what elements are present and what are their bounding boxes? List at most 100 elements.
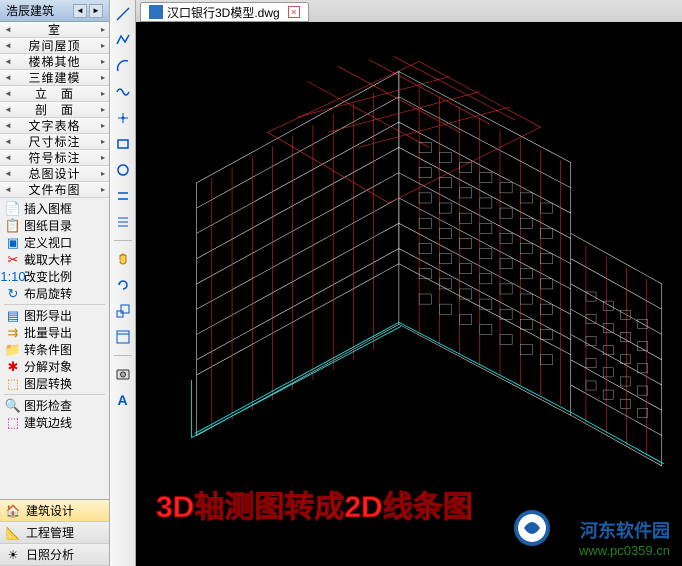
tool-icon: 📁 <box>4 342 22 358</box>
tree-item-label: 总图设计 <box>12 165 97 182</box>
tree-item-9[interactable]: ◄总图设计▸ <box>0 166 109 182</box>
tab-bar: 汉口银行3D模型.dwg ✕ <box>136 0 682 22</box>
tool-icon: ↻ <box>4 286 22 302</box>
offset-tool-button[interactable] <box>113 212 133 232</box>
sidebar-header: 浩辰建筑 ◄ ► <box>0 0 109 22</box>
tool-item-4[interactable]: 1:10改变比例 <box>0 268 109 285</box>
polyline-tool-button[interactable] <box>113 30 133 50</box>
tree-item-3[interactable]: ◄三维建模▸ <box>0 70 109 86</box>
chevron-left-icon: ◄ <box>4 137 12 146</box>
tool-label: 改变比例 <box>24 268 72 285</box>
chevron-right-icon: ▸ <box>97 137 105 146</box>
main-area: 汉口银行3D模型.dwg ✕ <box>136 0 682 566</box>
tree-item-label: 房间屋顶 <box>12 37 97 54</box>
tool-item-1[interactable]: 📋图纸目录 <box>0 217 109 234</box>
tool-item-8[interactable]: 📁转条件图 <box>0 341 109 358</box>
tool-label: 图纸目录 <box>24 217 72 234</box>
bottom-tab-icon: 📐 <box>4 525 22 541</box>
tree-item-7[interactable]: ◄尺寸标注▸ <box>0 134 109 150</box>
bottom-tab-0[interactable]: 🏠建筑设计 <box>0 500 109 522</box>
tree-item-5[interactable]: ◄剖 面▸ <box>0 102 109 118</box>
tool-item-11[interactable]: 🔍图形检查 <box>0 397 109 414</box>
tree-item-10[interactable]: ◄文件布图▸ <box>0 182 109 198</box>
chevron-left-icon: ◄ <box>4 89 12 98</box>
rect-tool-button[interactable] <box>113 134 133 154</box>
chevron-right-icon: ▸ <box>97 41 105 50</box>
tool-item-10[interactable]: ⬚图层转换 <box>0 375 109 392</box>
watermark-url: www.pc0359.cn <box>579 543 670 558</box>
chevron-right-icon: ▸ <box>97 57 105 66</box>
bottom-tab-2[interactable]: ☀日照分析 <box>0 544 109 566</box>
spline-tool-button[interactable] <box>113 82 133 102</box>
watermark-title: 河东软件园 <box>579 517 670 543</box>
chevron-left-icon: ◄ <box>4 121 12 130</box>
window-tool-button[interactable] <box>113 327 133 347</box>
arc-tool-button[interactable] <box>113 56 133 76</box>
sidebar-next-button[interactable]: ► <box>89 4 103 18</box>
scale-tool-button[interactable] <box>113 301 133 321</box>
sidebar-prev-button[interactable]: ◄ <box>73 4 87 18</box>
hand-tool-button[interactable] <box>113 249 133 269</box>
tree-item-8[interactable]: ◄符号标注▸ <box>0 150 109 166</box>
chevron-right-icon: ▸ <box>97 153 105 162</box>
tool-item-3[interactable]: ✂截取大样 <box>0 251 109 268</box>
bottom-tab-label: 工程管理 <box>26 524 74 541</box>
tool-icon: 1:10 <box>4 269 22 285</box>
tree-item-1[interactable]: ◄房间屋顶▸ <box>0 38 109 54</box>
chevron-left-icon: ◄ <box>4 25 12 34</box>
point-tool-button[interactable] <box>113 108 133 128</box>
line-tool-button[interactable] <box>113 4 133 24</box>
chevron-left-icon: ◄ <box>4 41 12 50</box>
tree-item-2[interactable]: ◄楼梯其他▸ <box>0 54 109 70</box>
tool-label: 批量导出 <box>24 324 72 341</box>
drawing-canvas[interactable]: 3D轴测图转成2D线条图 河东软件园 www.pc0359.cn <box>136 22 682 566</box>
tool-icon: ▣ <box>4 235 22 251</box>
tool-label: 图形导出 <box>24 307 72 324</box>
text-tool-button[interactable]: A <box>113 390 133 410</box>
chevron-right-icon: ▸ <box>97 105 105 114</box>
chevron-left-icon: ◄ <box>4 185 12 194</box>
tree-item-label: 剖 面 <box>12 101 97 118</box>
tree-item-label: 文字表格 <box>12 117 97 134</box>
parallel-tool-button[interactable] <box>113 186 133 206</box>
chevron-left-icon: ◄ <box>4 169 12 178</box>
chevron-right-icon: ▸ <box>97 73 105 82</box>
watermark-logo-icon <box>512 508 552 548</box>
tool-item-12[interactable]: ⬚建筑边线 <box>0 414 109 431</box>
tool-item-2[interactable]: ▣定义视口 <box>0 234 109 251</box>
file-tab[interactable]: 汉口银行3D模型.dwg ✕ <box>140 2 309 22</box>
tree-menu: ◄室▸◄房间屋顶▸◄楼梯其他▸◄三维建模▸◄立 面▸◄剖 面▸◄文字表格▸◄尺寸… <box>0 22 109 198</box>
tool-label: 截取大样 <box>24 251 72 268</box>
tool-icon: 📋 <box>4 218 22 234</box>
sidebar-title: 浩辰建筑 <box>6 2 54 19</box>
tool-label: 图形检查 <box>24 397 72 414</box>
tool-label: 转条件图 <box>24 341 72 358</box>
bottom-tab-1[interactable]: 📐工程管理 <box>0 522 109 544</box>
tool-item-7[interactable]: ⇉批量导出 <box>0 324 109 341</box>
tree-item-label: 尺寸标注 <box>12 133 97 150</box>
tool-icon: ⬚ <box>4 376 22 392</box>
tool-item-5[interactable]: ↻布局旋转 <box>0 285 109 302</box>
tool-label: 定义视口 <box>24 234 72 251</box>
tool-item-6[interactable]: ▤图形导出 <box>0 307 109 324</box>
chevron-left-icon: ◄ <box>4 153 12 162</box>
tools-list: 📄插入图框📋图纸目录▣定义视口✂截取大样1:10改变比例↻布局旋转 ▤图形导出⇉批… <box>0 198 109 499</box>
circle-tool-button[interactable] <box>113 160 133 180</box>
rotate-tool-button[interactable] <box>113 275 133 295</box>
sidebar-header-controls: ◄ ► <box>73 4 103 18</box>
capture-tool-button[interactable] <box>113 364 133 384</box>
chevron-right-icon: ▸ <box>97 185 105 194</box>
tree-item-6[interactable]: ◄文字表格▸ <box>0 118 109 134</box>
tool-item-0[interactable]: 📄插入图框 <box>0 200 109 217</box>
tool-icon: ▤ <box>4 308 22 324</box>
tree-item-0[interactable]: ◄室▸ <box>0 22 109 38</box>
chevron-left-icon: ◄ <box>4 57 12 66</box>
tab-close-button[interactable]: ✕ <box>288 6 300 18</box>
bottom-tab-icon: ☀ <box>4 547 22 563</box>
tool-item-9[interactable]: ✱分解对象 <box>0 358 109 375</box>
chevron-right-icon: ▸ <box>97 25 105 34</box>
tool-icon: 🔍 <box>4 398 22 414</box>
tree-item-label: 三维建模 <box>12 69 97 86</box>
tool-label: 分解对象 <box>24 358 72 375</box>
tree-item-4[interactable]: ◄立 面▸ <box>0 86 109 102</box>
